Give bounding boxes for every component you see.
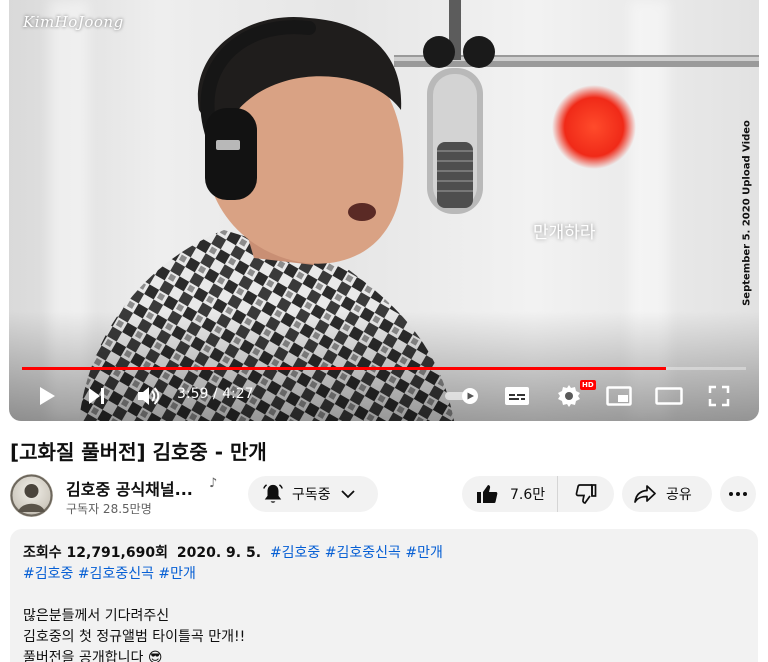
controls-gradient <box>9 311 759 421</box>
fullscreen-button[interactable] <box>705 381 733 411</box>
avatar-image <box>10 474 53 517</box>
video-player[interactable]: KimHoJoong September 5. 2020 Upload Vide… <box>9 0 759 421</box>
description-box[interactable]: 조회수 12,791,690회 2020. 9. 5. #김호중 #김호중신곡 … <box>10 529 758 662</box>
subscribe-label: 구독중 <box>292 487 331 503</box>
share-button[interactable]: 공유 <box>622 476 712 512</box>
theater-icon <box>655 387 683 405</box>
autoplay-toggle[interactable] <box>442 381 482 411</box>
subtitles-button[interactable] <box>502 381 532 411</box>
bell-icon <box>263 484 283 503</box>
hashtag-link[interactable]: #만개 <box>158 566 196 582</box>
autoplay-toggle-icon <box>445 388 478 404</box>
subscriber-count: 구독자 28.5만명 <box>66 502 152 516</box>
settings-icon <box>558 385 580 407</box>
like-dislike-bar: 7.6만 <box>462 476 614 512</box>
thumbs-up-icon <box>477 485 498 503</box>
channel-name[interactable]: 김호중 공식채널... <box>66 476 193 500</box>
miniplayer-button[interactable] <box>604 381 634 411</box>
description-meta-line: 조회수 12,791,690회 2020. 9. 5. #김호중 #김호중신곡 … <box>23 543 745 564</box>
dislike-button[interactable] <box>558 476 614 512</box>
description-line: 많은분들께서 기다려주신 <box>23 608 170 624</box>
hashtag-link[interactable]: #김호중신곡 <box>78 566 154 582</box>
view-count: 조회수 12,791,690회 <box>23 545 168 561</box>
more-actions-button[interactable] <box>720 476 756 512</box>
chevron-down-icon <box>341 490 355 499</box>
meta-hashtag[interactable]: #김호중 <box>270 545 320 561</box>
hashtag-link[interactable]: #김호중 <box>23 566 73 582</box>
headphones <box>205 108 257 200</box>
meta-hashtag[interactable]: #김호중신곡 <box>325 545 401 561</box>
theater-mode-button[interactable] <box>654 381 684 411</box>
lyric-subtitle: 만개하라 <box>533 223 596 243</box>
channel-avatar[interactable] <box>10 474 53 517</box>
volume-icon <box>138 387 160 405</box>
next-button[interactable] <box>84 381 110 411</box>
progress-played <box>22 367 667 370</box>
red-light <box>552 85 636 169</box>
time-separator: / <box>212 386 218 402</box>
more-horizontal-icon <box>729 492 747 496</box>
thumbs-down-icon <box>575 484 597 504</box>
subscribe-button[interactable]: 구독중 <box>248 476 378 512</box>
next-icon <box>89 388 104 404</box>
subtitles-icon <box>505 387 529 405</box>
upload-date-caption: September 5. 2020 Upload Video <box>741 120 753 306</box>
total-time: 4:27 <box>222 386 254 402</box>
like-button[interactable]: 7.6만 <box>462 476 558 512</box>
description-line: 풀버전을 공개합니다 😎 <box>23 650 163 662</box>
upload-date: 2020. 9. 5. <box>176 545 262 561</box>
video-title: [고화질 풀버전] 김호중 - 만개 <box>10 440 267 464</box>
miniplayer-icon <box>606 386 632 406</box>
channel-watermark: KimHoJoong <box>23 13 124 31</box>
like-count: 7.6만 <box>510 487 546 503</box>
hd-badge: HD <box>580 380 596 390</box>
hashtag-line: #김호중 #김호중신곡 #만개 <box>23 564 745 585</box>
progress-bar[interactable] <box>22 367 746 370</box>
meta-hashtag[interactable]: #만개 <box>405 545 443 561</box>
time-display: 3:59 / 4:27 <box>177 386 254 402</box>
description-line: 김호중의 첫 정규앨범 타이틀곡 만개!! <box>23 629 246 645</box>
volume-button[interactable] <box>133 381 163 411</box>
music-note-icon: ♪ <box>209 476 218 491</box>
current-time: 3:59 <box>177 386 209 402</box>
play-button[interactable] <box>34 381 60 411</box>
fullscreen-icon <box>708 385 730 407</box>
share-label: 공유 <box>666 487 692 503</box>
play-icon <box>40 387 55 405</box>
share-icon <box>634 485 656 503</box>
